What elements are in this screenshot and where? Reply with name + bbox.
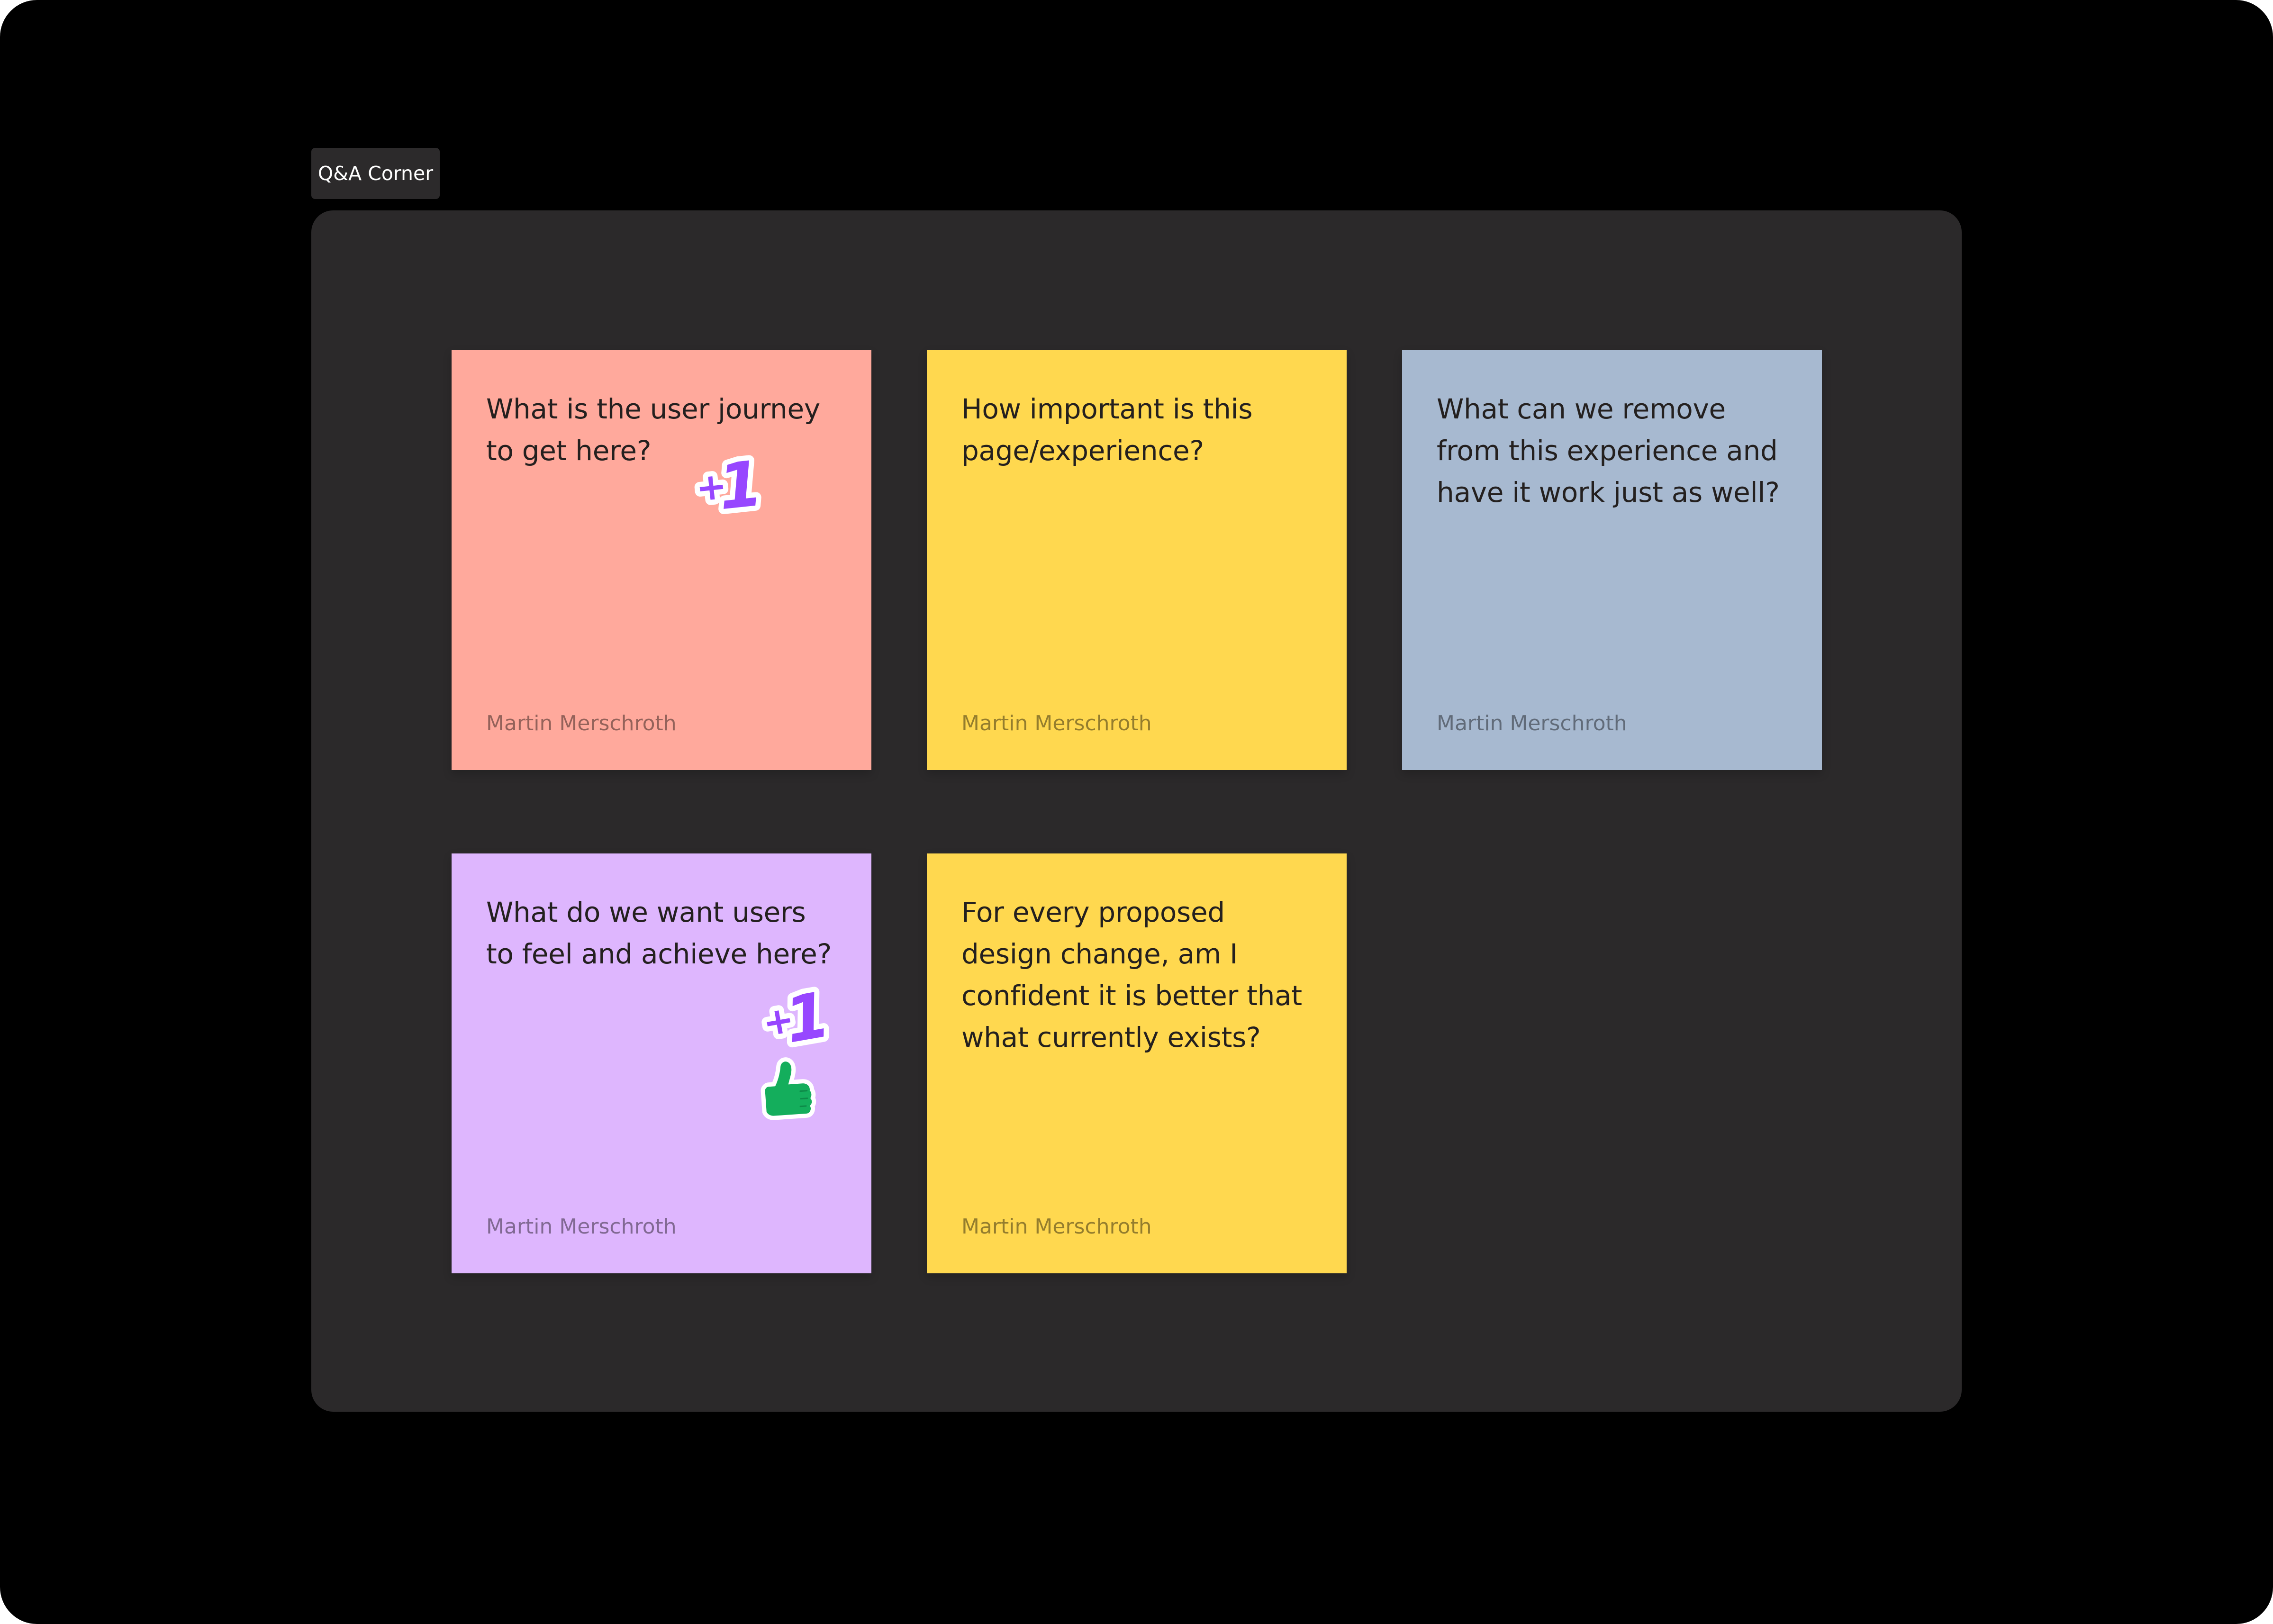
plus-one-sticker[interactable]: + 1 + 1	[688, 447, 765, 521]
sticky-author: Martin Merschroth	[1437, 711, 1627, 735]
sticky-question: For every proposed design change, am I c…	[961, 896, 1302, 1053]
sticky-note[interactable]: What can we remove from this experience …	[1402, 350, 1822, 770]
sticky-note[interactable]: What is the user journey to get here? Ma…	[452, 350, 871, 770]
thumbs-up-sticker[interactable]	[749, 1055, 820, 1130]
sticky-note[interactable]: For every proposed design change, am I c…	[927, 853, 1347, 1273]
svg-text:1: 1	[715, 447, 765, 521]
section-qa-corner[interactable]: What is the user journey to get here? Ma…	[311, 210, 1962, 1412]
sticky-author: Martin Merschroth	[486, 1215, 677, 1239]
svg-text:1: 1	[779, 978, 834, 1056]
sticky-author: Martin Merschroth	[961, 1215, 1152, 1239]
plus-one-sticker[interactable]: + 1 + 1	[752, 978, 834, 1056]
sticky-question: What can we remove from this experience …	[1437, 393, 1780, 508]
sticky-author: Martin Merschroth	[961, 711, 1152, 735]
canvas[interactable]: Q&A Corner What is the user journey to g…	[0, 0, 2273, 1624]
section-title[interactable]: Q&A Corner	[311, 148, 440, 199]
sticky-author: Martin Merschroth	[486, 711, 677, 735]
sticky-question: How important is this page/experience?	[961, 393, 1253, 467]
sticky-note[interactable]: How important is this page/experience? M…	[927, 350, 1347, 770]
sticky-note[interactable]: What do we want users to feel and achiev…	[452, 853, 871, 1273]
sticky-question: What is the user journey to get here?	[486, 393, 820, 467]
sticky-question: What do we want users to feel and achiev…	[486, 896, 832, 970]
